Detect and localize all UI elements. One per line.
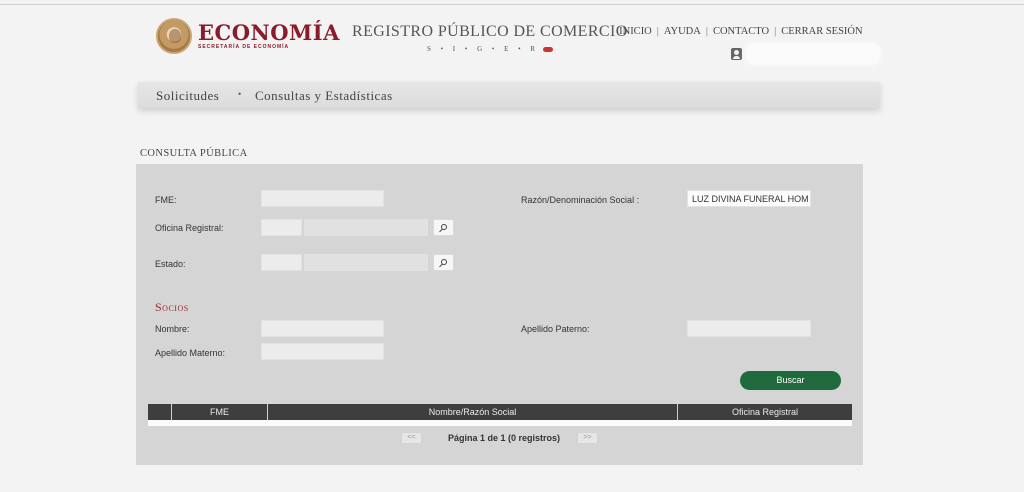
buscar-button[interactable]: Buscar [740, 371, 841, 390]
search-icon [441, 259, 447, 265]
results-table-header: FME Nombre/Razón Social Oficina Registra… [148, 404, 852, 420]
fme-label: FME: [155, 195, 177, 205]
user-icon [731, 48, 742, 60]
menu-solicitudes[interactable]: Solicitudes [156, 88, 219, 104]
razon-social-label: Razón/Denominación Social : [521, 195, 640, 205]
economia-logo[interactable]: ECONOMÍA SECRETARÍA DE ECONOMÍA [156, 18, 340, 54]
section-title: CONSULTA PÚBLICA [140, 148, 248, 159]
previous-page-button[interactable]: << [401, 432, 422, 444]
logo-title: ECONOMÍA [198, 20, 340, 45]
nav-cerrar-sesion-link[interactable]: CERRAR SESIÓN [781, 26, 862, 37]
estado-label: Estado: [155, 259, 186, 269]
nav-separator: | [774, 26, 777, 37]
column-header-nombre-razon-social[interactable]: Nombre/Razón Social [268, 404, 678, 420]
apellido-materno-input[interactable] [261, 343, 384, 360]
estado-name-input[interactable] [304, 254, 428, 271]
pagination: << Página 1 de 1 (0 registros) >> [136, 430, 863, 446]
column-header-fme[interactable]: FME [172, 404, 268, 420]
top-navigation: | INICIO | AYUDA | CONTACTO | CERRAR SES… [607, 26, 863, 37]
oficina-registral-code-input[interactable] [261, 219, 302, 236]
top-divider [0, 4, 1024, 5]
oficina-search-button[interactable] [433, 219, 454, 236]
main-menu-bar: Solicitudes • Consultas y Estadísticas [138, 82, 880, 108]
results-table-body [148, 420, 852, 426]
apellido-paterno-label: Apellido Paterno: [521, 324, 590, 334]
registro-heading: REGISTRO PÚBLICO DE COMERCIO S • I • G •… [352, 23, 628, 53]
siger-text: S • I • G • E • R [426, 45, 539, 53]
siger-subtitle: S • I • G • E • R [352, 45, 628, 53]
nav-contacto-link[interactable]: CONTACTO [713, 26, 769, 37]
user-name-redacted [746, 44, 880, 64]
razon-social-input[interactable]: LUZ DIVINA FUNERAL HOM [687, 190, 811, 207]
oficina-registral-label: Oficina Registral: [155, 223, 224, 233]
apellido-paterno-input[interactable] [687, 320, 811, 337]
nombre-label: Nombre: [155, 324, 190, 334]
apellido-materno-label: Apellido Materno: [155, 348, 226, 358]
search-panel: FME: Oficina Registral: Estado: Razón/De… [136, 164, 863, 465]
page: ECONOMÍA SECRETARÍA DE ECONOMÍA REGISTRO… [0, 0, 1024, 492]
estado-code-input[interactable] [261, 254, 302, 271]
search-icon [441, 224, 447, 230]
fme-input[interactable] [261, 190, 384, 207]
menu-separator: • [238, 89, 242, 99]
registro-title: REGISTRO PÚBLICO DE COMERCIO [352, 23, 628, 40]
nav-separator: | [656, 26, 659, 37]
menu-consultas-estadisticas[interactable]: Consultas y Estadísticas [255, 88, 393, 104]
logo-text: ECONOMÍA SECRETARÍA DE ECONOMÍA [198, 20, 340, 51]
pagination-status: Página 1 de 1 (0 registros) [448, 433, 561, 443]
socios-heading: Socios [155, 300, 189, 314]
oficina-registral-name-input[interactable] [304, 219, 428, 236]
national-seal-icon [156, 18, 192, 54]
next-page-button[interactable]: >> [577, 432, 598, 444]
nombre-input[interactable] [261, 320, 384, 337]
column-header-oficina-registral[interactable]: Oficina Registral [678, 404, 852, 420]
nav-separator: | [612, 26, 615, 37]
nav-separator: | [705, 26, 708, 37]
column-header-select [148, 404, 172, 420]
nav-ayuda-link[interactable]: AYUDA [664, 26, 701, 37]
estado-search-button[interactable] [433, 254, 454, 271]
nav-inicio-link[interactable]: INICIO [619, 26, 652, 37]
siger-badge-icon [542, 46, 553, 52]
